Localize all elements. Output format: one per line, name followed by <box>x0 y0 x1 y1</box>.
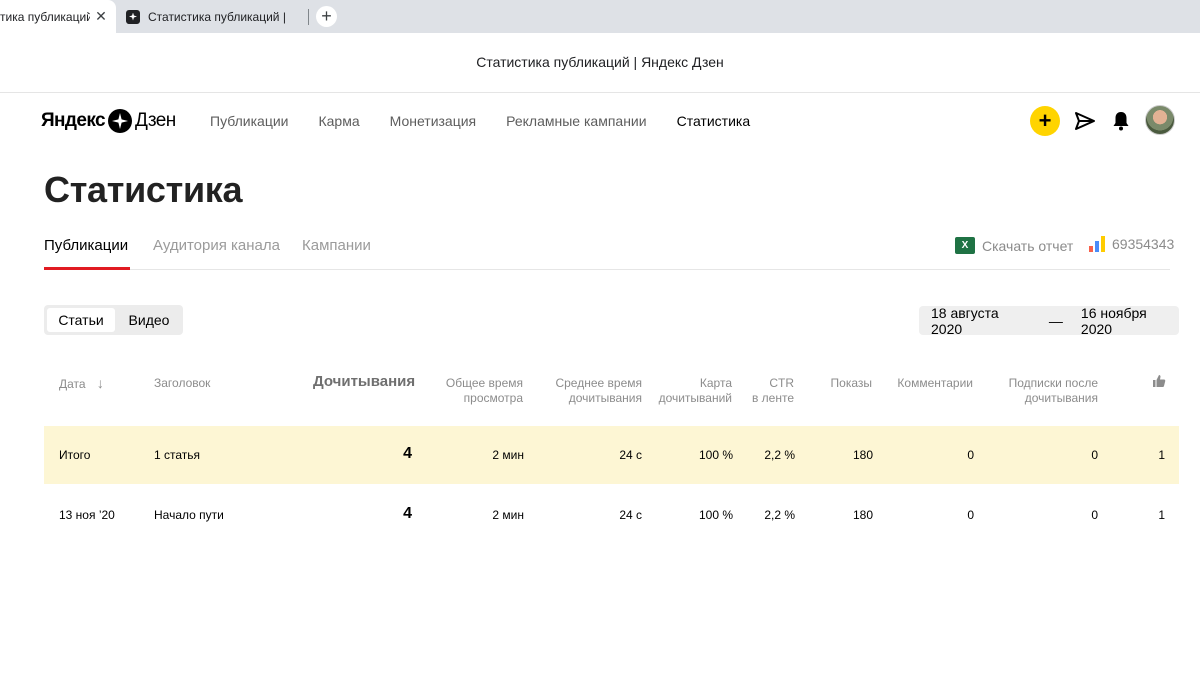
cell-comments: 0 <box>967 508 974 522</box>
column-header-views[interactable]: Показы <box>812 376 872 391</box>
nav-monetization[interactable]: Монетизация <box>390 113 477 129</box>
content-type-switch: Статьи Видео <box>44 305 183 335</box>
bell-icon[interactable] <box>1112 110 1130 132</box>
sort-arrow-down-icon: ↓ <box>96 375 104 391</box>
header-line: дочитывания <box>1024 391 1098 405</box>
type-video-button[interactable]: Видео <box>117 308 181 332</box>
browser-tab-inactive[interactable]: Статистика публикаций | Я <box>117 0 309 33</box>
cell-subscriptions: 0 <box>1091 448 1098 462</box>
logo-text-yandex: Яндекс <box>41 110 106 131</box>
column-header-read-map[interactable]: Карта дочитываний <box>652 376 732 406</box>
header-line: в ленте <box>751 391 794 405</box>
active-tab-indicator <box>44 267 130 270</box>
zen-star-icon <box>108 109 132 133</box>
column-header-date-label: Дата <box>59 377 86 391</box>
cell-likes: 1 <box>1158 448 1165 462</box>
header-line: CTR <box>769 376 794 390</box>
cell-title[interactable]: Начало пути <box>154 508 224 522</box>
column-header-ctr[interactable]: CTR в ленте <box>743 376 794 406</box>
cell-title: 1 статья <box>154 448 201 462</box>
nav-statistics[interactable]: Статистика <box>677 113 751 129</box>
cell-views: 180 <box>852 448 873 462</box>
download-report-label: Скачать отчет <box>982 237 1074 254</box>
column-header-title[interactable]: Заголовок <box>154 376 210 391</box>
cell-ctr: 2,2 % <box>764 508 795 522</box>
nav-ad-campaigns[interactable]: Рекламные кампании <box>506 113 646 129</box>
cell-comments: 0 <box>967 448 974 462</box>
cell-reads: 4 <box>403 445 412 462</box>
zen-favicon-icon <box>126 9 140 24</box>
column-header-subscriptions[interactable]: Подписки после дочитывания <box>988 376 1098 406</box>
cell-read-map: 100 % <box>698 448 733 462</box>
cell-avg-time: 24 с <box>619 508 642 522</box>
cell-subscriptions: 0 <box>1091 508 1098 522</box>
header-line: Карта <box>699 376 732 390</box>
tab-publications[interactable]: Публикации <box>44 237 128 254</box>
browser-tab-active[interactable]: тика публикаций ✕ <box>0 0 116 33</box>
close-icon[interactable]: ✕ <box>93 8 109 25</box>
window-title: Статистика публикаций | Яндекс Дзен <box>0 33 1200 93</box>
tab-campaigns[interactable]: Кампании <box>302 237 371 254</box>
cell-date: 13 ноя ’20 <box>59 508 115 522</box>
column-header-reads[interactable]: Дочитывания <box>313 374 415 389</box>
header-line: дочитываний <box>658 391 732 405</box>
new-tab-plus-icon[interactable]: + <box>316 6 337 27</box>
main-nav: Публикации Карма Монетизация Рекламные к… <box>210 113 780 129</box>
table-row-total: Итого 1 статья 4 2 мин 24 с 100 % 2,2 % … <box>44 426 1179 484</box>
send-icon[interactable] <box>1074 111 1096 131</box>
excel-icon: X <box>955 237 975 254</box>
column-header-total-time[interactable]: Общее время просмотра <box>433 376 523 406</box>
cell-total-time: 2 мин <box>492 448 524 462</box>
date-range-picker[interactable]: 18 августа 2020 — 16 ноября 2020 <box>919 304 1179 337</box>
date-from: 18 августа 2020 <box>931 304 999 337</box>
browser-tab-title: Статистика публикаций | Я <box>148 9 288 24</box>
download-report-link[interactable]: X Скачать отчет <box>955 237 1073 254</box>
header-line: просмотра <box>463 391 523 405</box>
date-to: 16 ноября 2020 <box>1080 304 1147 337</box>
logo-text-zen: Дзен <box>135 110 176 131</box>
metrika-counter-link[interactable]: 69354343 <box>1089 236 1174 252</box>
column-header-date[interactable]: Дата ↓ <box>59 376 104 392</box>
column-header-comments[interactable]: Комментарии <box>885 376 973 391</box>
type-articles-button[interactable]: Статьи <box>47 308 115 332</box>
nav-publications[interactable]: Публикации <box>210 113 288 129</box>
cell-date: Итого <box>59 448 91 462</box>
zen-logo[interactable]: Яндекс Дзен <box>41 109 176 133</box>
create-plus-button[interactable]: + <box>1030 106 1060 136</box>
nav-karma[interactable]: Карма <box>318 113 359 129</box>
header-line: Среднее время <box>555 376 642 390</box>
column-header-avg-time[interactable]: Среднее время дочитывания <box>542 376 642 406</box>
cell-reads: 4 <box>403 505 412 522</box>
cell-views: 180 <box>852 508 873 522</box>
header-line: дочитывания <box>568 391 642 405</box>
browser-tabstrip: тика публикаций ✕ Статистика публикаций … <box>0 0 1200 33</box>
page-title: Статистика <box>44 169 243 210</box>
thumbs-up-icon[interactable] <box>1152 374 1166 388</box>
header-line: Общее время <box>445 376 523 390</box>
avatar[interactable] <box>1145 105 1175 135</box>
cell-ctr: 2,2 % <box>764 448 795 462</box>
metrika-bars-icon <box>1089 236 1105 252</box>
cell-total-time: 2 мин <box>492 508 524 522</box>
metrika-id: 69354343 <box>1112 236 1175 252</box>
cell-avg-time: 24 с <box>619 448 642 462</box>
tab-channel-audience[interactable]: Аудитория канала <box>153 237 280 254</box>
header-line: Подписки после <box>1008 376 1098 390</box>
tab-divider <box>308 9 309 25</box>
table-row[interactable]: 13 ноя ’20 Начало пути 4 2 мин 24 с 100 … <box>44 486 1179 544</box>
date-separator: — <box>1048 312 1063 329</box>
cell-likes: 1 <box>1158 508 1165 522</box>
browser-tab-title: тика публикаций <box>0 9 90 24</box>
cell-read-map: 100 % <box>698 508 733 522</box>
